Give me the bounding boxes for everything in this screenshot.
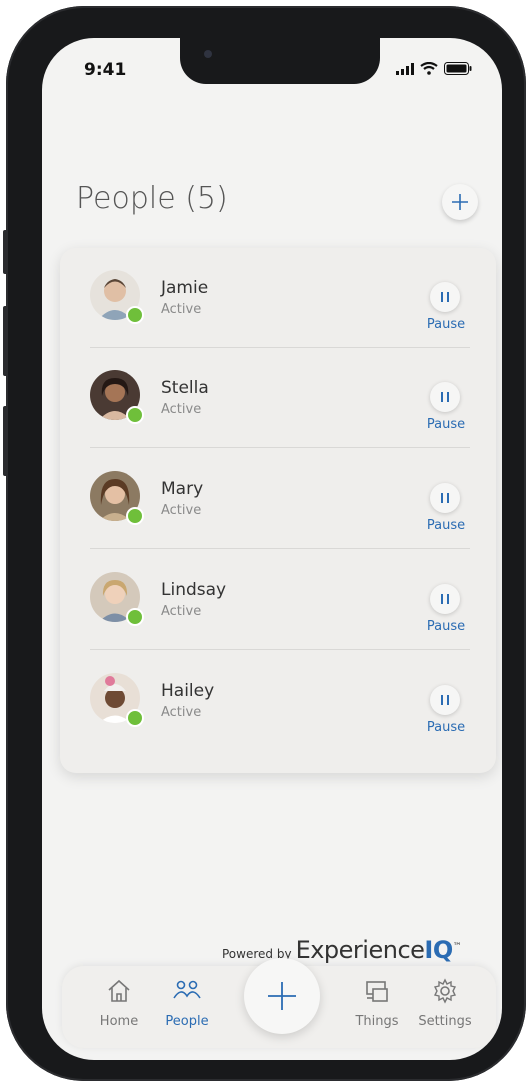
tab-home[interactable]: Home	[84, 978, 154, 1038]
tab-settings[interactable]: Settings	[410, 978, 480, 1038]
divider	[90, 548, 470, 549]
brand-main: Experience	[295, 936, 425, 964]
active-status-dot	[126, 507, 144, 525]
tab-label: People	[165, 1014, 209, 1029]
pause-icon	[441, 594, 449, 604]
active-status-dot	[126, 709, 144, 727]
tab-label: Home	[99, 1014, 139, 1029]
pause-label[interactable]: Pause	[422, 720, 470, 735]
status-icons	[396, 62, 472, 75]
pause-icon	[441, 695, 449, 705]
tab-label: Settings	[418, 1014, 472, 1029]
silent-switch	[3, 230, 8, 274]
home-icon	[108, 979, 130, 1002]
person-status: Active	[161, 705, 202, 720]
active-status-dot	[126, 608, 144, 626]
pause-icon	[441, 392, 449, 402]
list-item[interactable]: Hailey Active Pause	[90, 651, 470, 751]
pause-icon	[441, 493, 449, 503]
people-icon	[173, 980, 201, 999]
pause-button[interactable]	[430, 282, 460, 312]
page-title: People (5)	[76, 181, 228, 216]
plus-icon	[452, 194, 468, 210]
active-status-dot	[126, 406, 144, 424]
battery-icon	[444, 62, 472, 75]
pause-label[interactable]: Pause	[422, 518, 470, 533]
pause-label[interactable]: Pause	[422, 619, 470, 634]
divider	[90, 649, 470, 650]
pause-button[interactable]	[430, 483, 460, 513]
list-item[interactable]: Jamie Active Pause	[90, 248, 470, 348]
pause-button[interactable]	[430, 685, 460, 715]
volume-down-button	[3, 406, 8, 476]
brand-logo: ExperienceIQ™	[296, 936, 462, 964]
person-status: Active	[161, 503, 202, 518]
person-status: Active	[161, 302, 202, 317]
notch	[180, 38, 380, 84]
add-person-button[interactable]	[442, 184, 478, 220]
divider	[90, 447, 470, 448]
person-name: Mary	[161, 479, 204, 499]
pause-icon	[441, 292, 449, 302]
bottom-tab-bar: Home People Things Settings	[62, 958, 496, 1048]
devices-icon	[366, 981, 388, 1002]
pause-button[interactable]	[430, 382, 460, 412]
status-time: 9:41	[84, 60, 127, 80]
volume-up-button	[3, 306, 8, 376]
add-fab-button[interactable]	[244, 958, 320, 1034]
gear-icon	[433, 978, 457, 1004]
person-status: Active	[161, 604, 202, 619]
person-name: Stella	[161, 378, 209, 398]
people-card: Jamie Active Pause Stella Active Pause M…	[60, 248, 496, 773]
brand-accent: IQ	[424, 936, 453, 964]
tab-things[interactable]: Things	[342, 978, 412, 1038]
person-name: Lindsay	[161, 580, 227, 600]
screen: 9:41 People (5) Jamie Active Pause Stell…	[42, 38, 502, 1060]
list-item[interactable]: Stella Active Pause	[90, 348, 470, 448]
phone-frame: 9:41 People (5) Jamie Active Pause Stell…	[3, 6, 526, 1081]
powered-by-brand: Powered by ExperienceIQ™	[222, 936, 462, 964]
person-name: Hailey	[161, 681, 215, 701]
person-status: Active	[161, 402, 202, 417]
list-item[interactable]: Lindsay Active Pause	[90, 550, 470, 650]
tab-label: Things	[355, 1014, 399, 1029]
list-item[interactable]: Mary Active Pause	[90, 449, 470, 549]
plus-icon	[268, 982, 296, 1010]
person-name: Jamie	[161, 278, 209, 298]
wifi-icon	[420, 62, 438, 75]
signal-icon	[396, 62, 414, 75]
active-status-dot	[126, 306, 144, 324]
pause-label[interactable]: Pause	[422, 417, 470, 432]
front-camera	[204, 50, 212, 58]
tab-people[interactable]: People	[152, 978, 222, 1038]
pause-button[interactable]	[430, 584, 460, 614]
brand-trademark: ™	[452, 942, 462, 952]
pause-label[interactable]: Pause	[422, 317, 470, 332]
